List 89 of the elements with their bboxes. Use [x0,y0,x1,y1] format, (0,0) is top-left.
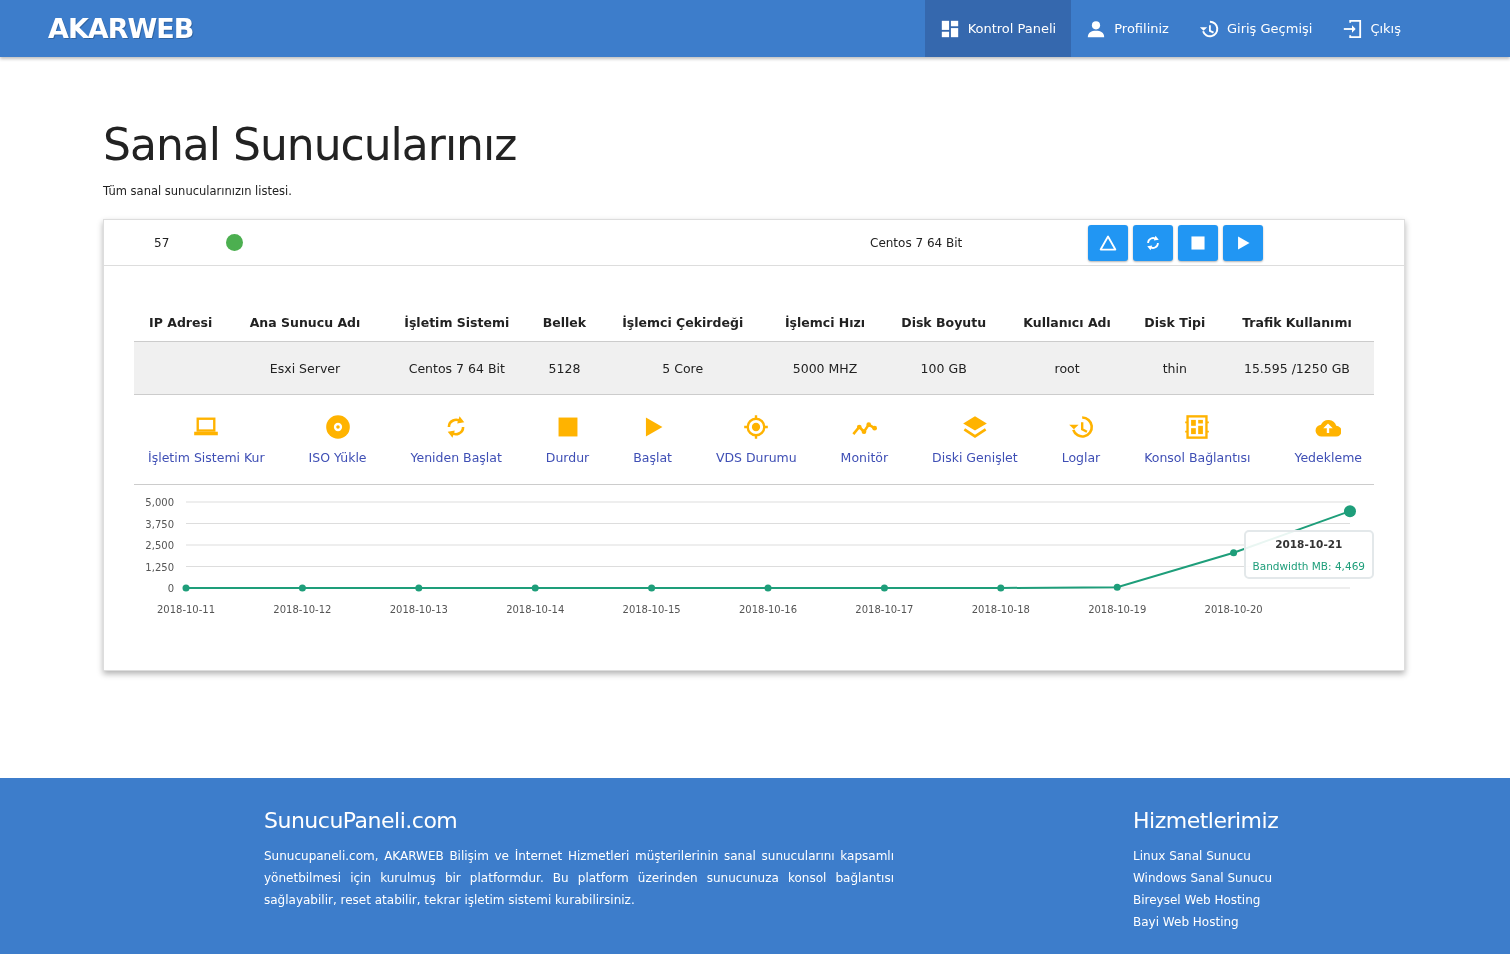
target-icon [743,414,770,440]
table-cell: 5 Core [598,341,768,395]
data-point [415,584,423,592]
action-link[interactable]: İşletim Sistemi Kur [148,414,265,465]
footer-text: Sunucupaneli.com, AKARWEB Bilişim ve İnternet Hizmetleri müşterilerinin sanal sunucularını kapsamlı yönetbilmesi için kurulmuş bir platformdur. Bu platform üzerinden sunucunuza konsol bağlantısı sağlayabilir, reset atabilir, tekrar işletim sistemi kurabilirsiniz. [264,848,894,909]
axis-label: 2,500 [145,540,174,551]
footer-link[interactable]: Bayi Web Hosting [1133,911,1279,933]
axis-label: 2018-10-13 [389,604,448,615]
dashboard-icon [939,18,960,39]
column-header: Disk Tipi [1129,304,1220,342]
action-link[interactable]: Durdur [545,414,590,465]
table-cell: thin [1129,341,1220,395]
axis-label: 2018-10-12 [273,604,332,615]
footer-link[interactable]: Windows Sanal Sunucu [1133,867,1279,889]
table-cell: root [1004,341,1130,395]
action-link[interactable]: Monitör [840,414,889,465]
nav-link[interactable]: Çıkış [1327,0,1416,57]
refresh-icon [1144,233,1162,252]
action-link[interactable]: Başlat [633,414,672,465]
table-cell: Centos 7 64 Bit [382,341,531,395]
column-header: Trafik Kullanımı [1219,304,1374,342]
person-icon [1086,18,1107,39]
data-point [880,584,888,592]
disc-icon [324,414,351,440]
column-header: İşlemci Çekirdeği [598,304,768,342]
data-point [1113,583,1121,591]
column-header: İşletim Sistemi [382,304,531,342]
data-point [764,584,772,592]
footer-link[interactable]: Bireysel Web Hosting [1133,889,1279,911]
server-os: Centos 7 64 Bit [870,235,964,250]
nav-link[interactable]: Giriş Geçmişi [1183,0,1328,57]
data-point [1344,505,1356,518]
action-link[interactable]: ISO Yükle [308,414,367,465]
footer-title: SunucuPaneli.com [264,808,459,833]
axis-label: 2018-10-15 [622,604,681,615]
data-point [298,584,306,592]
data-point [182,584,190,592]
action-link[interactable]: Konsol Bağlantısı [1144,414,1251,465]
footer-link[interactable]: Linux Sanal Sunucu [1133,845,1279,867]
action-link[interactable]: Yeniden Başlat [410,414,502,465]
history-icon [1067,414,1094,440]
column-header: Bellek [530,304,599,342]
grid-icon [1184,414,1211,440]
warning-button[interactable] [1088,224,1128,261]
axis-label: 2018-10-11 [156,604,216,615]
action-link[interactable]: Diski Genişlet [932,414,1018,465]
server-id: 57 [154,235,171,250]
table-cell: 5128 [530,341,599,395]
page-subtitle: Tüm sanal sunucularınızın listesi. [103,184,293,198]
axis-label: 2018-10-16 [738,604,798,615]
column-header: Kullanıcı Adı [1004,304,1130,342]
axis-label: 3,750 [145,518,174,530]
logout-icon [1342,18,1363,39]
axis-label: 1,250 [145,561,174,573]
warning-icon [1099,233,1117,252]
data-point [531,584,539,592]
layers-icon [961,414,988,440]
axis-label: 2018-10-20 [1204,604,1263,615]
data-point [997,584,1005,592]
data-point [648,584,656,592]
axis-label: 2018-10-17 [855,604,914,615]
table-cell: 15.595 /1250 GB [1219,341,1374,395]
column-header: Ana Sunucu Adı [227,304,383,342]
table-cell: 5000 MHZ [767,341,883,395]
axis-label: 2018-10-18 [971,604,1030,615]
axis-label: 5,000 [145,497,174,508]
nav-link[interactable]: Profiliniz [1071,0,1184,57]
stop-icon [1189,233,1207,252]
axis-label: 2018-10-19 [1088,604,1147,615]
history-icon [1198,18,1219,39]
play-button[interactable] [1223,224,1263,261]
axis-label: 0 [167,583,174,594]
nav-link[interactable]: Kontrol Paneli [924,0,1072,57]
logo: AKARWEB [48,13,194,44]
action-link[interactable]: Yedekleme [1294,414,1362,465]
stop-button[interactable] [1178,224,1218,261]
table-cell: Esxi Server [227,341,383,395]
axis-label: 2018-10-14 [506,604,565,615]
column-header: Disk Boyutu [882,304,1005,342]
data-point [1230,549,1238,557]
footer-title: Hizmetlerimiz [1133,808,1279,833]
refresh-button[interactable] [1133,224,1173,261]
page-title: Sanal Sunucularınız [103,119,518,170]
table-cell: 100 GB [882,341,1005,395]
column-header: İşlemci Hızı [767,304,883,342]
chart-tooltip: 2018-10-21 Bandwidth MB: 4,469 [1243,530,1374,579]
column-header: IP Adresi [134,304,228,342]
action-link[interactable]: Loglar [1061,414,1101,465]
action-link[interactable]: VDS Durumu [715,414,797,465]
